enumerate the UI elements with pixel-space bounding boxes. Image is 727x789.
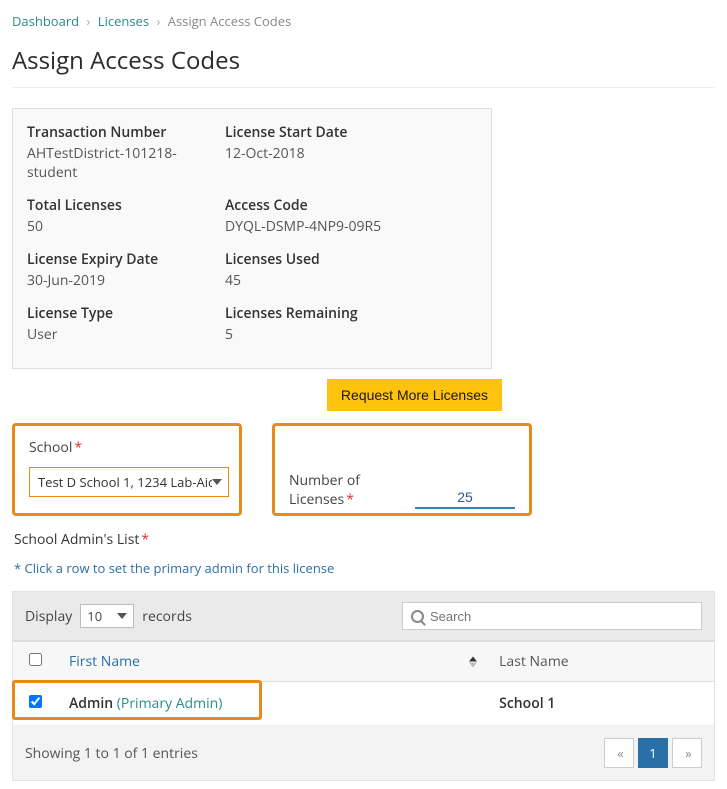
remaining-label: Licenses Remaining <box>225 304 477 323</box>
breadcrumb: Dashboard › Licenses › Assign Access Cod… <box>12 8 715 38</box>
license-info-card: Transaction Number AHTestDistrict-101218… <box>12 108 492 369</box>
access-code-value: DYQL-DSMP-4NP9-09R5 <box>225 217 477 236</box>
remaining-value: 5 <box>225 325 477 344</box>
page-title: Assign Access Codes <box>12 38 715 88</box>
chevron-right-icon: › <box>86 12 90 30</box>
search-field[interactable] <box>402 602 702 630</box>
chevron-double-left-icon: « <box>617 744 620 762</box>
total-licenses-label: Total Licenses <box>27 196 225 215</box>
sort-desc-icon <box>469 662 477 667</box>
expiry-label: License Expiry Date <box>27 250 225 269</box>
row-checkbox[interactable] <box>29 695 42 708</box>
entries-info: Showing 1 to 1 of 1 entries <box>25 744 198 763</box>
table-row[interactable]: Admin (Primary Admin) School 1 <box>13 682 714 726</box>
records-label: records <box>142 607 192 626</box>
col-last-name[interactable]: Last Name <box>487 642 714 682</box>
sort-asc-icon <box>469 656 477 661</box>
chevron-down-icon <box>117 613 127 619</box>
primary-admin-tag: (Primary Admin) <box>117 694 223 713</box>
admins-list-label: School Admin's List <box>14 530 139 549</box>
page-first-button[interactable]: « <box>604 738 634 768</box>
used-label: Licenses Used <box>225 250 477 269</box>
type-value: User <box>27 325 225 344</box>
breadcrumb-dashboard[interactable]: Dashboard <box>12 12 79 30</box>
chevron-double-right-icon: » <box>685 744 688 762</box>
search-input[interactable] <box>430 609 693 624</box>
school-field-highlight: School* Test D School 1, 1234 Lab-Aid <box>12 423 242 516</box>
primary-admin-hint[interactable]: * Click a row to set the primary admin f… <box>14 559 715 577</box>
num-licenses-input[interactable] <box>415 489 515 509</box>
chevron-down-icon <box>212 479 222 485</box>
access-code-label: Access Code <box>225 196 477 215</box>
transaction-number-value: AHTestDistrict-101218-student <box>27 144 225 182</box>
num-licenses-highlight: Number of Licenses* <box>272 423 532 516</box>
required-star: * <box>74 438 82 457</box>
display-select-value: 10 <box>87 607 102 625</box>
request-more-button[interactable]: Request More Licenses <box>327 379 502 411</box>
display-select[interactable]: 10 <box>80 604 134 628</box>
total-licenses-value: 50 <box>27 217 225 236</box>
sort-indicator <box>469 656 477 667</box>
page-number-button[interactable]: 1 <box>638 738 668 768</box>
admin-table: First Name Last Name Admin (Primary Admi… <box>13 641 714 726</box>
school-select[interactable]: Test D School 1, 1234 Lab-Aid <box>29 467 229 497</box>
first-name-value: Admin <box>69 694 113 713</box>
search-icon <box>411 610 424 623</box>
admin-list-panel: Display 10 records First Name <box>12 591 715 781</box>
required-star: * <box>141 530 149 549</box>
pagination: « 1 » <box>604 738 702 768</box>
chevron-right-icon: › <box>156 12 160 30</box>
breadcrumb-current: Assign Access Codes <box>168 12 292 30</box>
type-label: License Type <box>27 304 225 323</box>
select-all-checkbox[interactable] <box>29 653 42 666</box>
breadcrumb-licenses[interactable]: Licenses <box>98 12 149 30</box>
required-star: * <box>346 490 354 509</box>
start-date-value: 12-Oct-2018 <box>225 144 477 163</box>
used-value: 45 <box>225 271 477 290</box>
transaction-number-label: Transaction Number <box>27 123 225 142</box>
start-date-label: License Start Date <box>225 123 477 142</box>
last-name-value: School 1 <box>499 694 555 713</box>
school-label: School <box>29 438 72 457</box>
page-last-button[interactable]: » <box>672 738 702 768</box>
display-label: Display <box>25 607 72 626</box>
school-select-value: Test D School 1, 1234 Lab-Aid <box>38 473 212 491</box>
col-first-name[interactable]: First Name <box>57 642 487 682</box>
expiry-value: 30-Jun-2019 <box>27 271 225 290</box>
